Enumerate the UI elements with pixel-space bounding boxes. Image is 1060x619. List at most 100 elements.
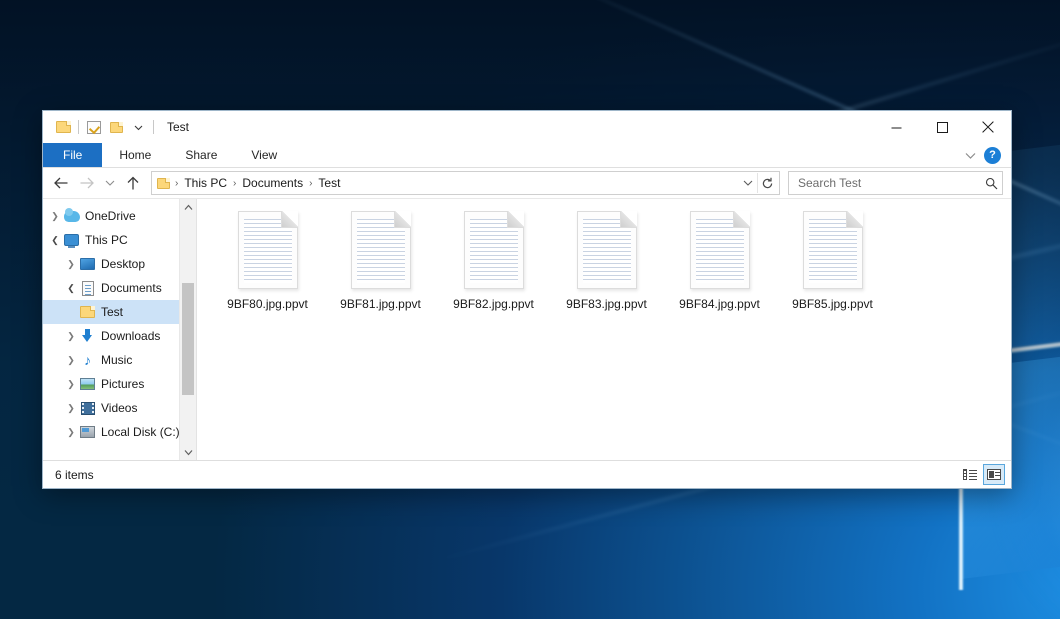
qat-customize-dropdown-icon[interactable]	[127, 116, 149, 138]
sidebar-item-downloads[interactable]: ❯ Downloads	[43, 324, 196, 348]
status-bar: 6 items	[43, 460, 1011, 488]
tab-home[interactable]: Home	[102, 143, 168, 167]
video-icon	[79, 400, 96, 416]
scroll-down-chevron-down-icon[interactable]	[180, 444, 196, 460]
chevron-right-icon[interactable]: ❯	[47, 208, 63, 224]
sidebar-item-videos[interactable]: ❯ Videos	[43, 396, 196, 420]
drive-icon	[79, 424, 96, 440]
music-icon: ♪	[79, 352, 96, 368]
details-view-button[interactable]	[959, 464, 981, 485]
breadcrumb-separator: ›	[173, 178, 180, 189]
sidebar-item-label: Music	[101, 353, 132, 367]
chevron-right-icon[interactable]: ❯	[63, 400, 79, 416]
list-item[interactable]: 9BF81.jpg.ppvt	[324, 209, 437, 327]
chevron-down-icon[interactable]: ❮	[63, 280, 79, 296]
generic-document-icon	[464, 211, 524, 289]
file-name-label: 9BF82.jpg.ppvt	[453, 297, 534, 311]
file-name-label: 9BF81.jpg.ppvt	[340, 297, 421, 311]
qat-new-folder-icon[interactable]	[105, 116, 127, 138]
large-icons-view-icon	[987, 469, 1001, 480]
breadcrumb-folder-icon[interactable]	[157, 178, 170, 189]
list-item[interactable]: 9BF84.jpg.ppvt	[663, 209, 776, 327]
up-button[interactable]	[121, 171, 145, 195]
breadcrumb-tools	[738, 173, 777, 193]
breadcrumb-item-this-pc[interactable]: This PC	[180, 176, 231, 190]
file-explorer-window: Test File Home Share View	[42, 110, 1012, 489]
search-icon[interactable]	[985, 177, 998, 190]
sidebar-item-local-disk-c[interactable]: ❯ Local Disk (C:)	[43, 420, 196, 444]
sidebar-item-documents[interactable]: ❮ Documents	[43, 276, 196, 300]
qat-properties-icon[interactable]	[83, 116, 105, 138]
chevron-right-icon[interactable]: ❯	[63, 424, 79, 440]
sidebar-item-music[interactable]: ❯ ♪ Music	[43, 348, 196, 372]
explorer-body: ❯ OneDrive ❮ This PC ❯ Desktop ❮	[43, 198, 1011, 460]
file-name-label: 9BF83.jpg.ppvt	[566, 297, 647, 311]
chevron-right-icon[interactable]: ❯	[63, 328, 79, 344]
sidebar-item-label: Desktop	[101, 257, 145, 271]
tab-view[interactable]: View	[234, 143, 294, 167]
sidebar-item-label: Downloads	[101, 329, 160, 343]
list-item[interactable]: 9BF83.jpg.ppvt	[550, 209, 663, 327]
breadcrumb-separator: ›	[307, 178, 314, 189]
breadcrumb-item-documents[interactable]: Documents	[238, 176, 307, 190]
desktop-icon	[79, 256, 96, 272]
breadcrumb[interactable]: › This PC › Documents › Test	[151, 171, 780, 195]
help-button[interactable]: ?	[984, 147, 1001, 164]
chevron-right-icon[interactable]: ❯	[63, 376, 79, 392]
maximize-button[interactable]	[919, 111, 965, 143]
ribbon-collapse-chevron-down-icon[interactable]	[965, 151, 976, 160]
document-icon	[79, 280, 96, 296]
sidebar-item-label: Test	[101, 305, 123, 319]
sidebar-item-onedrive[interactable]: ❯ OneDrive	[43, 204, 196, 228]
folder-icon	[79, 304, 96, 320]
list-item[interactable]: 9BF82.jpg.ppvt	[437, 209, 550, 327]
sidebar-item-pictures[interactable]: ❯ Pictures	[43, 372, 196, 396]
forward-button[interactable]	[75, 171, 99, 195]
chevron-right-icon[interactable]: ❯	[63, 256, 79, 272]
close-button[interactable]	[965, 111, 1011, 143]
sidebar-item-label: Local Disk (C:)	[101, 425, 180, 439]
sidebar-item-desktop[interactable]: ❯ Desktop	[43, 252, 196, 276]
tab-file[interactable]: File	[43, 143, 102, 167]
scrollbar-thumb[interactable]	[182, 283, 194, 395]
list-item[interactable]: 9BF85.jpg.ppvt	[776, 209, 889, 327]
sidebar-item-label: Videos	[101, 401, 137, 415]
breadcrumb-item-test[interactable]: Test	[314, 176, 344, 190]
search-box[interactable]	[788, 171, 1003, 195]
window-title: Test	[167, 120, 189, 134]
generic-document-icon	[690, 211, 750, 289]
chevron-right-icon[interactable]: ❯	[63, 352, 79, 368]
generic-document-icon	[803, 211, 863, 289]
qat-divider	[153, 120, 154, 134]
generic-document-icon	[238, 211, 298, 289]
recent-locations-chevron-down-icon[interactable]	[101, 171, 119, 195]
list-item[interactable]: 9BF80.jpg.ppvt	[211, 209, 324, 327]
ribbon-tab-strip: File Home Share View ?	[43, 143, 1011, 168]
sidebar-item-this-pc[interactable]: ❮ This PC	[43, 228, 196, 252]
navigation-pane: ❯ OneDrive ❮ This PC ❯ Desktop ❮	[43, 199, 196, 460]
cloud-icon	[63, 208, 80, 224]
breadcrumb-items: › This PC › Documents › Test	[157, 176, 738, 190]
back-button[interactable]	[49, 171, 73, 195]
generic-document-icon	[577, 211, 637, 289]
chevron-down-icon[interactable]: ❮	[47, 232, 63, 248]
sidebar-item-label: Pictures	[101, 377, 144, 391]
sidebar-item-test[interactable]: Test	[43, 300, 196, 324]
file-name-label: 9BF85.jpg.ppvt	[792, 297, 873, 311]
large-icons-view-button[interactable]	[983, 464, 1005, 485]
qat-divider	[78, 120, 79, 134]
pictures-icon	[79, 376, 96, 392]
sidebar-item-label: Documents	[101, 281, 162, 295]
sidebar-item-label: OneDrive	[85, 209, 136, 223]
navigation-pane-scrollbar[interactable]	[179, 199, 196, 460]
address-history-chevron-down-icon[interactable]	[738, 173, 757, 193]
minimize-button[interactable]	[873, 111, 919, 143]
sidebar-item-label: This PC	[85, 233, 128, 247]
file-list-view[interactable]: 9BF80.jpg.ppvt 9BF81.jpg.ppvt 9BF82.jpg.…	[196, 199, 1011, 460]
tab-share[interactable]: Share	[168, 143, 234, 167]
qat-folder-icon[interactable]	[52, 116, 74, 138]
address-bar: › This PC › Documents › Test	[43, 168, 1011, 198]
search-input[interactable]	[796, 175, 985, 191]
refresh-icon[interactable]	[757, 173, 777, 193]
scroll-up-chevron-up-icon[interactable]	[180, 199, 196, 215]
